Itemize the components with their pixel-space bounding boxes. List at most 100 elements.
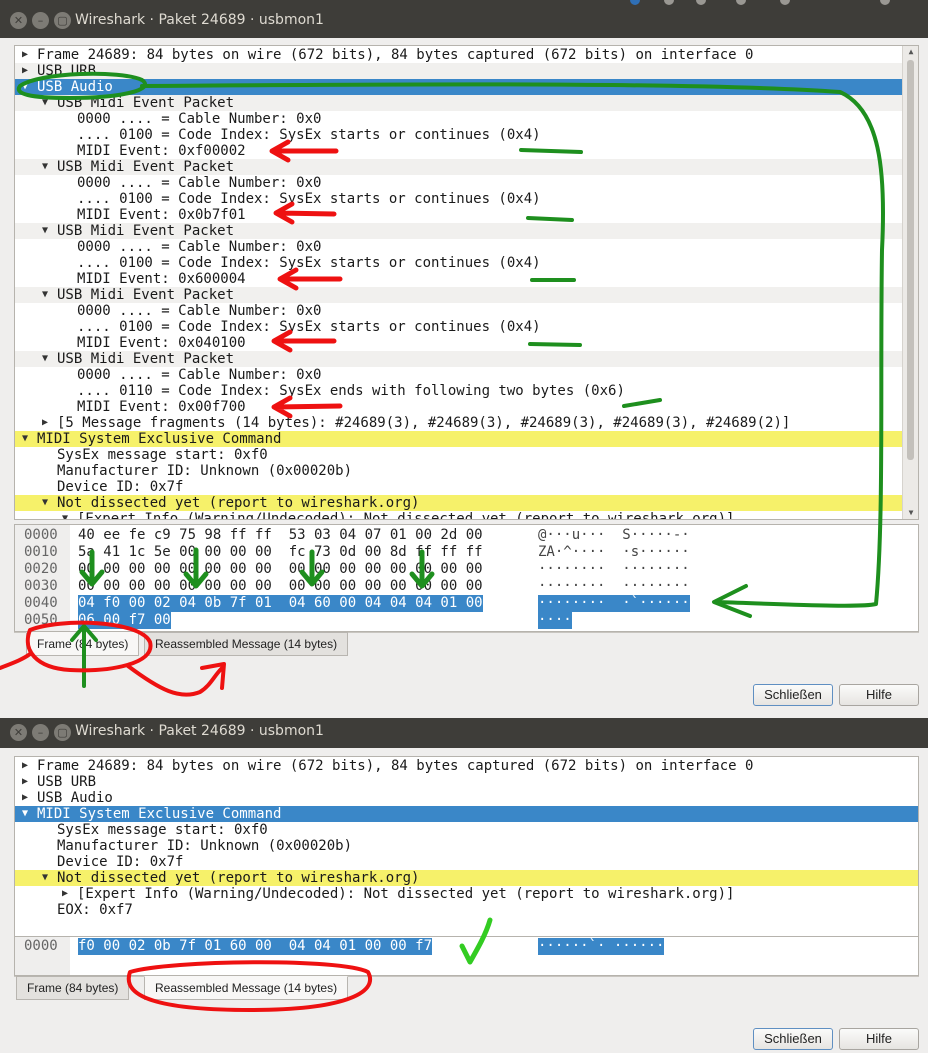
tree-row[interactable]: ▼ MIDI System Exclusive Command <box>15 806 918 822</box>
tree-row[interactable]: ▶ USB Audio <box>15 790 918 806</box>
tree-row[interactable]: ▶ [Expert Info (Warning/Undecoded): Not d… <box>15 886 918 902</box>
tree-row[interactable]: ▼ USB Midi Event Packet <box>15 351 902 367</box>
triangle-down-icon[interactable]: ▼ <box>59 511 71 519</box>
triangle-down-icon[interactable]: ▼ <box>39 223 51 239</box>
tree-row[interactable]: Manufacturer ID: Unknown (0x00020b) <box>15 838 918 854</box>
hex-row[interactable]: 0050 06 00 f7 00 ···· <box>15 612 918 629</box>
help-button[interactable]: Hilfe <box>839 1028 919 1050</box>
tab-reassembled-message[interactable]: Reassembled Message (14 bytes) <box>144 976 349 1000</box>
tree-row[interactable]: Manufacturer ID: Unknown (0x00020b) <box>15 463 902 479</box>
hex-offset: 0010 <box>24 544 58 560</box>
triangle-right-icon[interactable]: ▶ <box>59 886 71 902</box>
close-button[interactable]: Schließen <box>753 684 833 706</box>
scroll-down-icon[interactable]: ▼ <box>903 507 918 519</box>
tree-row-label: MIDI System Exclusive Command <box>37 806 282 822</box>
triangle-right-icon[interactable]: ▶ <box>19 63 31 79</box>
tree-row[interactable]: .... 0100 = Code Index: SysEx starts or … <box>15 255 902 271</box>
window-title: Wireshark · Paket 24689 · usbmon1 <box>75 12 324 28</box>
tree-row[interactable]: ▼ USB Midi Event Packet <box>15 287 902 303</box>
packet-detail-tree[interactable]: ▶ Frame 24689: 84 bytes on wire (672 bits… <box>14 45 919 520</box>
tree-row[interactable]: 0000 .... = Cable Number: 0x0 <box>15 367 902 383</box>
tree-row[interactable]: 0000 .... = Cable Number: 0x0 <box>15 111 902 127</box>
vertical-scrollbar[interactable]: ▲ ▼ <box>902 46 918 519</box>
hex-offset: 0000 <box>24 527 58 543</box>
tree-row[interactable]: EOX: 0xf7 <box>15 902 918 918</box>
scroll-up-icon[interactable]: ▲ <box>903 46 918 58</box>
hex-row[interactable]: 0040 04 f0 00 02 04 0b 7f 01 04 60 00 04 … <box>15 595 918 612</box>
tree-row[interactable]: Device ID: 0x7f <box>15 854 918 870</box>
hex-row[interactable]: 0030 00 00 00 00 00 00 00 00 00 00 00 00 … <box>15 578 918 595</box>
close-icon[interactable]: ✕ <box>10 12 27 29</box>
triangle-right-icon[interactable]: ▶ <box>19 47 31 63</box>
tree-row[interactable]: ▶ USB URB <box>15 774 918 790</box>
tree-row[interactable]: ▼ USB Midi Event Packet <box>15 223 902 239</box>
hex-row[interactable]: 0000 f0 00 02 0b 7f 01 60 00 04 04 01 00 … <box>15 938 918 955</box>
triangle-down-icon[interactable]: ▼ <box>39 95 51 111</box>
tree-row[interactable]: SysEx message start: 0xf0 <box>15 447 902 463</box>
tree-row[interactable]: ▼ Not dissected yet (report to wireshark.… <box>15 870 918 886</box>
triangle-right-icon[interactable]: ▶ <box>19 774 31 790</box>
triangle-right-icon[interactable]: ▶ <box>19 758 31 774</box>
tree-row[interactable]: .... 0100 = Code Index: SysEx starts or … <box>15 127 902 143</box>
tree-row[interactable]: ▼ [Expert Info (Warning/Undecoded): Not d… <box>15 511 902 519</box>
packet-bytes-pane[interactable]: 0000 f0 00 02 0b 7f 01 60 00 04 04 01 00 … <box>14 936 919 976</box>
tab-frame-bytes[interactable]: Frame (84 bytes) <box>16 976 130 1000</box>
maximize-icon[interactable]: ▢ <box>54 12 71 29</box>
triangle-down-icon[interactable]: ▼ <box>39 287 51 303</box>
hex-row[interactable]: 0000 40 ee fe c9 75 98 ff ff 53 03 04 07 … <box>15 527 918 544</box>
triangle-down-icon[interactable]: ▼ <box>39 159 51 175</box>
tree-row[interactable]: .... 0100 = Code Index: SysEx starts or … <box>15 319 902 335</box>
tree-row[interactable]: ▼ USB Midi Event Packet <box>15 159 902 175</box>
tree-row[interactable]: MIDI Event: 0x600004 <box>15 271 902 287</box>
tree-row[interactable]: MIDI Event: 0x00f700 <box>15 399 902 415</box>
tree-row[interactable]: ▶ [5 Message fragments (14 bytes): #24689… <box>15 415 902 431</box>
hex-row[interactable]: 0010 5a 41 1c 5e 00 00 00 00 fc 73 0d 00 … <box>15 544 918 561</box>
maximize-icon[interactable]: ▢ <box>54 724 71 741</box>
packet-detail-tree[interactable]: ▶ Frame 24689: 84 bytes on wire (672 bits… <box>14 756 919 950</box>
triangle-down-icon[interactable]: ▼ <box>19 431 31 447</box>
tree-row[interactable]: ▼ USB Audio <box>15 79 902 95</box>
hex-ascii: ZA·^···· ·s······ <box>538 544 690 560</box>
scrollbar-thumb[interactable] <box>907 60 914 460</box>
tree-row[interactable]: MIDI Event: 0x0b7f01 <box>15 207 902 223</box>
tree-row[interactable]: ▶ Frame 24689: 84 bytes on wire (672 bits… <box>15 47 902 63</box>
close-button[interactable]: Schließen <box>753 1028 833 1050</box>
triangle-right-icon[interactable]: ▶ <box>39 415 51 431</box>
tray-icon <box>630 0 640 5</box>
window-titlebar[interactable]: ✕ – ▢ Wireshark · Paket 24689 · usbmon1 <box>0 718 928 748</box>
tree-row[interactable]: 0000 .... = Cable Number: 0x0 <box>15 239 902 255</box>
triangle-down-icon[interactable]: ▼ <box>19 806 31 822</box>
window-titlebar[interactable]: ✕ – ▢ Wireshark · Paket 24689 · usbmon1 <box>0 0 928 38</box>
tab-frame-bytes[interactable]: Frame (84 bytes) <box>26 632 140 656</box>
tree-row[interactable]: ▶ USB URB <box>15 63 902 79</box>
tree-row[interactable]: ▶ Frame 24689: 84 bytes on wire (672 bits… <box>15 758 918 774</box>
close-icon[interactable]: ✕ <box>10 724 27 741</box>
tree-row[interactable]: MIDI Event: 0x040100 <box>15 335 902 351</box>
tree-row[interactable]: MIDI Event: 0xf00002 <box>15 143 902 159</box>
bytes-tab-bar: Frame (84 bytes) Reassembled Message (14… <box>14 976 919 1002</box>
triangle-down-icon[interactable]: ▼ <box>19 79 31 95</box>
tree-row[interactable]: 0000 .... = Cable Number: 0x0 <box>15 303 902 319</box>
triangle-down-icon[interactable]: ▼ <box>39 351 51 367</box>
tree-row[interactable]: 0000 .... = Cable Number: 0x0 <box>15 175 902 191</box>
tree-row[interactable]: ▼ MIDI System Exclusive Command <box>15 431 902 447</box>
tree-row[interactable]: ▼ USB Midi Event Packet <box>15 95 902 111</box>
tree-row[interactable]: SysEx message start: 0xf0 <box>15 822 918 838</box>
window-title: Wireshark · Paket 24689 · usbmon1 <box>75 723 324 739</box>
hex-ascii: ···· <box>538 612 572 629</box>
tree-row-label: USB Midi Event Packet <box>57 351 235 367</box>
tab-reassembled-message[interactable]: Reassembled Message (14 bytes) <box>144 632 349 656</box>
tree-row[interactable]: Device ID: 0x7f <box>15 479 902 495</box>
tree-row[interactable]: ▼ Not dissected yet (report to wireshark.… <box>15 495 902 511</box>
triangle-down-icon[interactable]: ▼ <box>39 870 51 886</box>
minimize-icon[interactable]: – <box>32 724 49 741</box>
packet-bytes-pane[interactable]: 0000 40 ee fe c9 75 98 ff ff 53 03 04 07 … <box>14 524 919 632</box>
tree-row[interactable]: .... 0110 = Code Index: SysEx ends with … <box>15 383 902 399</box>
hex-row[interactable]: 0020 00 00 00 00 00 00 00 00 00 00 00 00 … <box>15 561 918 578</box>
help-button[interactable]: Hilfe <box>839 684 919 706</box>
triangle-down-icon[interactable]: ▼ <box>39 495 51 511</box>
tree-row[interactable]: .... 0100 = Code Index: SysEx starts or … <box>15 191 902 207</box>
triangle-right-icon[interactable]: ▶ <box>19 790 31 806</box>
tree-row-label: 0000 .... = Cable Number: 0x0 <box>77 367 322 383</box>
minimize-icon[interactable]: – <box>32 12 49 29</box>
